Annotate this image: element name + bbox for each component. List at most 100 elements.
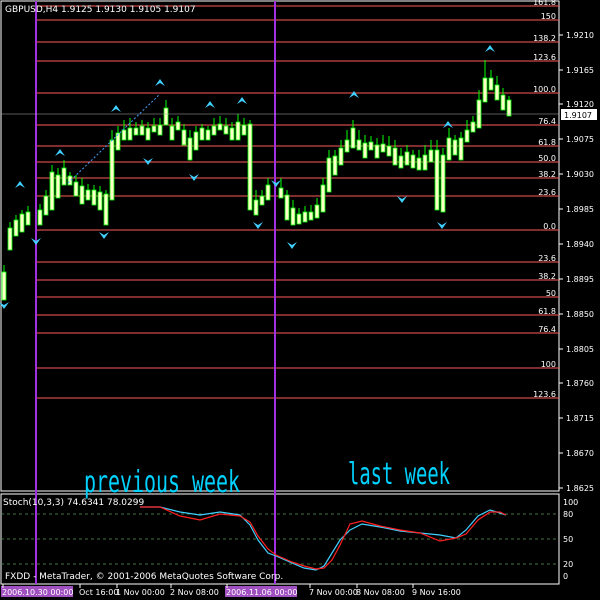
stoch-tick-label: 50 — [563, 535, 573, 544]
up-arrow-icon — [485, 45, 495, 52]
candle-body — [488, 77, 494, 91]
candle-body — [49, 171, 55, 211]
candle-body — [91, 189, 97, 206]
price-tick-label: 1.8895 — [566, 275, 594, 284]
price-tick-label: 1.9120 — [566, 100, 594, 109]
candle-body — [163, 107, 169, 126]
last-week-label: last week — [348, 457, 450, 492]
candle-body — [217, 123, 223, 131]
fib-upper-label: 100.0 — [533, 85, 556, 94]
fib-upper-label: 38.2 — [538, 170, 556, 179]
candle-body — [344, 139, 350, 153]
fib-lower-label: 123.6 — [533, 390, 556, 399]
candle-body — [290, 207, 296, 226]
time-tick-label: 8 Nov 08:00 — [356, 588, 405, 597]
candle-body — [37, 209, 43, 226]
candle-body — [380, 143, 386, 153]
previous-week-label: previous week — [84, 465, 240, 500]
up-arrow-icon — [155, 79, 165, 86]
candle-body — [284, 194, 290, 221]
candle-body — [278, 187, 284, 199]
price-tick-label: 1.8625 — [566, 484, 594, 493]
candle-body — [350, 127, 356, 149]
up-arrow-icon — [55, 149, 65, 156]
fib-upper-label: 0.0 — [543, 222, 556, 231]
candlesticks — [1, 60, 512, 301]
up-arrow-icon — [237, 97, 247, 104]
price-tick-label: 1.9210 — [566, 31, 594, 40]
stoch-tick-label: 80 — [563, 510, 573, 519]
candle-body — [440, 154, 446, 213]
down-arrow-icon — [287, 242, 297, 249]
time-tick-label: 1 Nov 00:00 — [116, 588, 165, 597]
candle-body — [1, 271, 7, 301]
candle-body — [43, 195, 49, 216]
candle-body — [320, 184, 326, 213]
candle-body — [464, 129, 470, 143]
candle-body — [103, 193, 109, 226]
fib-lower-label: 76.4 — [538, 325, 556, 334]
candle-body — [127, 127, 133, 141]
candle-body — [458, 137, 464, 161]
candle-body — [115, 132, 121, 151]
candle-body — [193, 131, 199, 151]
main-chart-frame — [0, 0, 560, 492]
candle-body — [55, 174, 61, 199]
candle-body — [169, 125, 175, 141]
fib-upper-label: 61.8 — [538, 138, 556, 147]
fib-lower-label: 50 — [546, 289, 556, 298]
up-arrow-icon — [15, 181, 25, 188]
fib-upper-label: 138.2 — [533, 34, 556, 43]
candle-body — [506, 99, 512, 117]
time-tick-label: 2 Nov 08:00 — [170, 588, 219, 597]
candle-body — [470, 121, 476, 133]
candle-body — [247, 123, 253, 211]
candle-body — [332, 155, 338, 176]
candle-body — [253, 199, 259, 216]
time-tick-label: 2006.10.30 00:00 — [2, 588, 73, 597]
price-tick-label: 1.8715 — [566, 414, 594, 423]
candle-body — [139, 125, 145, 136]
up-arrow-icon — [349, 91, 359, 98]
price-tick-label: 1.8760 — [566, 379, 594, 388]
symbol-header: GBPUSD,H4 1.9125 1.9130 1.9105 1.9107 — [5, 5, 196, 15]
time-tick-label: 7 Nov 00:00 — [309, 588, 358, 597]
candle-body — [97, 191, 103, 211]
candle-body — [109, 139, 115, 201]
candle-body — [211, 125, 217, 136]
candle-body — [362, 142, 368, 159]
stoch-signal-line — [140, 506, 507, 570]
candle-body — [338, 147, 344, 166]
candle-body — [500, 94, 506, 111]
candle-body — [265, 184, 271, 201]
candle-body — [302, 211, 308, 223]
candle-body — [199, 127, 205, 141]
down-arrow-icon — [397, 196, 407, 203]
fib-upper-label: 161.8 — [533, 0, 556, 7]
stoch-label: Stoch(10,3,3) 74.6341 78.0299 — [3, 498, 144, 508]
down-arrow-icon — [99, 232, 109, 239]
stoch-tick-label: 0 — [563, 572, 568, 581]
candle-body — [482, 77, 488, 103]
candle-body — [235, 121, 241, 141]
candle-body — [145, 127, 151, 141]
chart-canvas[interactable]: 161.8 150 138.2 123.6 100.0 76.4 61.8 50.0 38.2 2… — [0, 0, 600, 600]
fib-lower-label: 38.2 — [538, 272, 556, 281]
price-tick-label: 1.9075 — [566, 135, 594, 144]
candle-body — [25, 211, 31, 226]
candle-body — [410, 154, 416, 169]
fib-lower-label: 23.6 — [538, 254, 556, 263]
candle-body — [133, 127, 139, 136]
price-axis: 1.9210 1.9165 1.9120 1.9075 1.9030 1.8985 1.89… — [559, 31, 594, 493]
fibonacci-levels: 161.8 150 138.2 123.6 100.0 76.4 61.8 50.0 38.2 2… — [36, 0, 559, 399]
candle-body — [434, 149, 440, 211]
fib-lower-label: 61.8 — [538, 307, 556, 316]
candle-body — [314, 204, 320, 219]
candle-body — [494, 84, 500, 101]
candle-body — [13, 219, 19, 237]
candle-body — [368, 141, 374, 151]
price-tick-label: 1.8940 — [566, 240, 594, 249]
time-tick-label: Oct 16:00 — [79, 588, 118, 597]
candle-body — [428, 149, 434, 163]
footer-copyright: FXDD - MetaTrader, © 2001-2006 MetaQuote… — [5, 572, 283, 582]
